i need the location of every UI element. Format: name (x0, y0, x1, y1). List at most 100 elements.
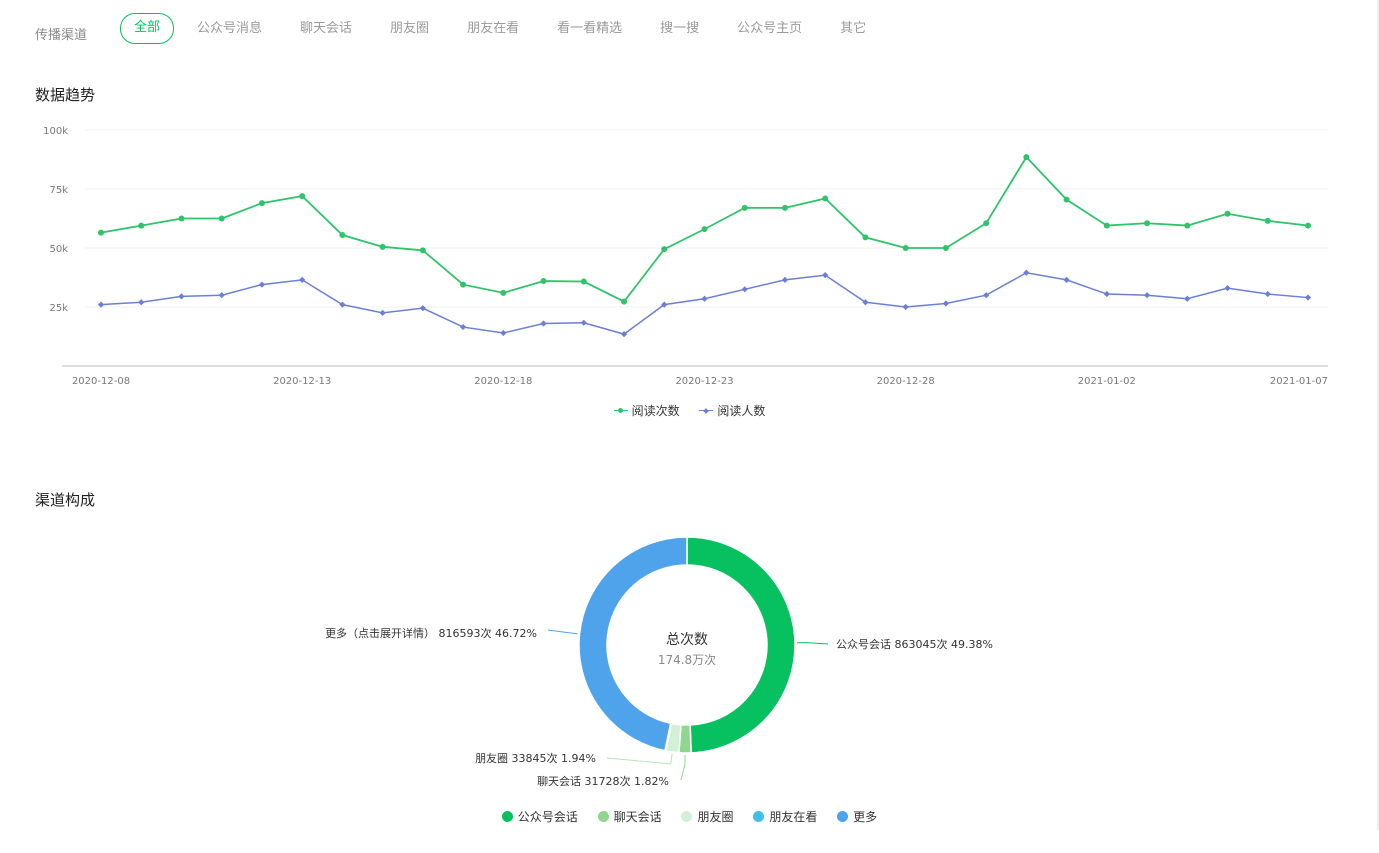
x-tick-label: 2020-12-13 (273, 376, 331, 387)
data-point (138, 299, 145, 306)
channel-donut-chart: 总次数 174.8万次 公众号会话 863045次 49.38% 聊天会话 31728… (325, 536, 993, 788)
data-point (1264, 290, 1271, 298)
data-point (1063, 276, 1070, 283)
data-point (701, 295, 708, 302)
legend-label: 朋友圈 (697, 810, 734, 824)
data-point (540, 320, 547, 327)
data-point (983, 220, 990, 227)
legend-dot-icon (501, 811, 513, 822)
data-point (661, 246, 668, 253)
tab-official-message[interactable]: 公众号消息 (178, 14, 281, 43)
data-point (540, 278, 547, 285)
data-point (500, 329, 507, 337)
series-line-readers (100, 271, 1309, 335)
tab-search[interactable]: 搜一搜 (641, 14, 718, 43)
legend-label: 更多 (853, 810, 878, 824)
slice-label-leader (680, 754, 686, 781)
x-tick-label: 2020-12-23 (675, 376, 733, 387)
trend-section-title: 数据趋势 (35, 86, 96, 104)
legend-marker-views-icon (613, 407, 628, 415)
data-point (983, 292, 990, 299)
x-tick-label: 2020-12-08 (72, 376, 130, 387)
tab-all[interactable]: 全部 (120, 13, 175, 44)
legend-label: 朋友在看 (769, 810, 818, 824)
legend-item-readers[interactable]: 阅读人数 (699, 402, 765, 419)
legend-dot-icon (681, 811, 693, 822)
y-tick-label: 100k (43, 126, 68, 137)
donut-center-value: 174.8万次 (658, 653, 716, 667)
composition-section-title: 渠道构成 (35, 491, 96, 509)
data-point (460, 281, 467, 288)
legend-item-official-session[interactable]: 公众号会话 (501, 808, 578, 825)
channel-filter-bar: 传播渠道 全部 公众号消息 聊天会话 朋友圈 朋友在看 看一看精选 搜一搜 公众… (0, 0, 1379, 60)
data-point (701, 226, 708, 233)
data-point (1184, 222, 1191, 229)
data-point (218, 292, 225, 299)
data-point (1103, 290, 1110, 298)
legend-item-moments[interactable]: 朋友圈 (681, 808, 734, 825)
data-point (1224, 285, 1231, 292)
data-point (1304, 294, 1312, 301)
donut-center-title: 总次数 (666, 632, 708, 648)
legend-dot-icon (753, 811, 765, 822)
legend-item-friends-watching[interactable]: 朋友在看 (753, 808, 817, 825)
slice-label-leader (606, 753, 673, 765)
y-tick-label: 25k (49, 303, 68, 314)
data-point (339, 232, 346, 239)
data-point (942, 245, 949, 251)
data-point (741, 204, 748, 211)
data-point (500, 289, 507, 296)
tab-friends-watching[interactable]: 朋友在看 (448, 14, 538, 43)
data-point (138, 222, 145, 229)
legend-marker-readers-icon (699, 407, 714, 415)
data-point (218, 215, 225, 222)
legend-dot-icon (597, 811, 609, 822)
y-tick-label: 50k (49, 244, 68, 255)
data-point (902, 303, 909, 311)
data-point (379, 309, 386, 317)
data-point (1144, 220, 1151, 227)
tab-other[interactable]: 其它 (821, 14, 885, 43)
legend-item-views[interactable]: 阅读次数 (613, 402, 680, 419)
tab-chat-session[interactable]: 聊天会话 (281, 14, 371, 43)
tab-top-stories[interactable]: 看一看精选 (538, 14, 641, 43)
data-point (258, 281, 266, 288)
data-point (781, 204, 788, 211)
data-point (178, 215, 185, 222)
data-point (178, 293, 185, 300)
x-tick-label: 2021-01-07 (1270, 376, 1328, 387)
legend-item-more[interactable]: 更多 (837, 808, 877, 825)
data-point (258, 200, 265, 207)
slice-label-leader (796, 642, 829, 645)
data-point (1224, 210, 1231, 217)
data-point (459, 323, 467, 331)
data-point (419, 305, 426, 312)
legend-item-chat-session[interactable]: 聊天会话 (597, 808, 662, 825)
slice-label: 朋友圈 33845次 1.94% (475, 751, 596, 765)
donut-legend: 公众号会话 聊天会话 朋友圈 朋友在看 更多 (0, 808, 1379, 825)
data-point (1063, 196, 1070, 203)
x-tick-label: 2020-12-18 (474, 376, 532, 387)
data-point (1305, 222, 1311, 229)
data-point (580, 278, 587, 285)
data-point (902, 245, 909, 251)
data-point (379, 243, 386, 250)
data-point (98, 229, 104, 236)
data-point (942, 300, 950, 307)
slice-label: 聊天会话 31728次 1.82% (537, 774, 669, 788)
legend-label: 聊天会话 (613, 810, 662, 824)
data-point (741, 286, 748, 293)
data-point (419, 247, 426, 254)
tab-official-homepage[interactable]: 公众号主页 (718, 14, 821, 43)
legend-dot-icon (837, 811, 849, 822)
tab-moments[interactable]: 朋友圈 (371, 14, 448, 43)
data-point (1023, 269, 1030, 276)
data-point (621, 298, 628, 305)
x-tick-label: 2020-12-28 (877, 376, 935, 387)
data-point (822, 195, 829, 202)
legend-label-readers: 阅读人数 (717, 404, 766, 418)
channel-tabs: 全部 公众号消息 聊天会话 朋友圈 朋友在看 看一看精选 搜一搜 公众号主页 其… (120, 13, 885, 44)
trend-legend: 阅读次数 阅读人数 (0, 402, 1379, 419)
trend-line-chart: 25k 50k 75k 100k 2020-12-08 2020-12-13 2020-12… (43, 126, 1328, 387)
legend-label: 公众号会话 (517, 810, 578, 824)
